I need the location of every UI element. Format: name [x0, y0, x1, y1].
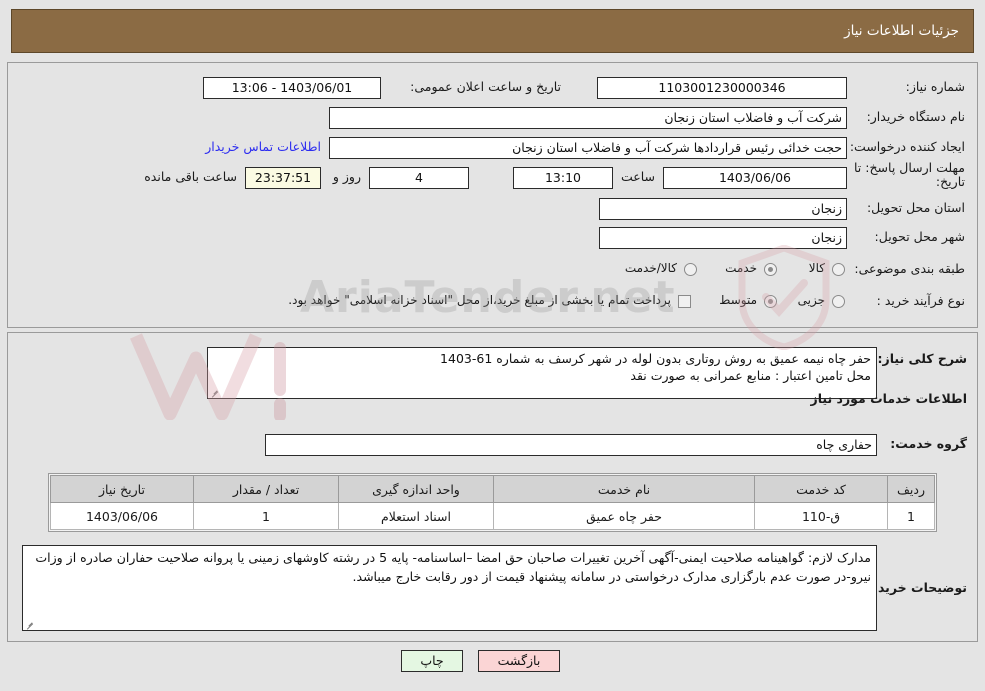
services-section-title: اطلاعات خدمات مورد نیاز [810, 391, 968, 406]
col-radif: ردیف [887, 475, 935, 503]
radio-purchase-motavaset-label: متوسط [719, 293, 757, 307]
need-number-label: شماره نیاز: [905, 79, 965, 94]
delivery-city-value: زنجان [599, 227, 847, 249]
countdown-timer-label: ساعت باقی مانده [144, 169, 237, 184]
buyer-org-value: شرکت آب و فاضلاب استان زنجان [329, 107, 847, 129]
cell-unit: اسناد استعلام [338, 502, 494, 530]
page-header: جزئیات اطلاعات نیاز [11, 9, 974, 53]
col-service-code: کد خدمت [754, 475, 888, 503]
cell-need-date: 1403/06/06 [50, 502, 194, 530]
radio-purchase-motavaset[interactable] [764, 295, 777, 308]
response-deadline-label: مهلت ارسال پاسخ: تا تاریخ: [854, 160, 965, 189]
need-description-label: شرح کلی نیاز: [877, 351, 967, 366]
service-group-value: حفاری چاه [265, 434, 877, 456]
buyer-notes-label: توضیحات خریدار: [861, 580, 967, 595]
cell-quantity: 1 [193, 502, 339, 530]
buyer-notes-value[interactable]: مدارک لازم: گواهینامه صلاحیت ایمنی-آگهی … [22, 545, 877, 631]
announcement-datetime-label: تاریخ و ساعت اعلان عمومی: [410, 79, 561, 94]
table-header-row: ردیف کد خدمت نام خدمت واحد اندازه گیری ت… [50, 475, 935, 503]
table-row: 1 ق-110 حفر چاه عمیق اسناد استعلام 1 140… [50, 502, 935, 530]
radio-purchase-jozei-label: جزیی [797, 293, 825, 307]
countdown-timer-value: 23:37:51 [245, 167, 321, 189]
delivery-province-value: زنجان [599, 198, 847, 220]
need-number-value: 1103001230000346 [597, 77, 847, 99]
need-details-panel: شرح کلی نیاز: حفر چاه نیمه عمیق به روش ر… [7, 332, 978, 642]
print-button[interactable]: چاپ [401, 650, 463, 672]
service-group-label: گروه خدمت: [890, 436, 967, 451]
need-summary-panel: شماره نیاز: 1103001230000346 تاریخ و ساع… [7, 62, 978, 328]
purchase-process-label: نوع فرآیند خرید : [876, 293, 965, 308]
radio-category-khadamat[interactable] [764, 263, 777, 276]
col-need-date: تاریخ نیاز [50, 475, 194, 503]
buyer-org-label: نام دستگاه خریدار: [866, 109, 965, 124]
islamic-treasury-checkbox-label: پرداخت تمام یا بخشی از مبلغ خرید،از محل … [288, 293, 671, 307]
deadline-time-value: 13:10 [513, 167, 613, 189]
radio-purchase-jozei[interactable] [832, 295, 845, 308]
buyer-contact-link[interactable]: اطلاعات تماس خریدار [205, 139, 321, 154]
back-button[interactable]: بازگشت [478, 650, 560, 672]
page-title: جزئیات اطلاعات نیاز [844, 23, 959, 39]
requester-value: حجت خدائی رئیس قراردادها شرکت آب و فاضلا… [329, 137, 847, 159]
col-service-name: نام خدمت [493, 475, 755, 503]
delivery-city-label: شهر محل تحویل: [874, 229, 965, 244]
cell-service-code: ق-110 [754, 502, 888, 530]
cell-service-name: حفر چاه عمیق [493, 502, 755, 530]
subject-category-label: طبقه بندی موضوعی: [854, 261, 965, 276]
col-unit: واحد اندازه گیری [338, 475, 494, 503]
radio-category-kala-khadamat-label: کالا/خدمت [624, 261, 677, 275]
resize-grip-icon [210, 387, 220, 397]
services-table: ردیف کد خدمت نام خدمت واحد اندازه گیری ت… [48, 473, 937, 532]
deadline-date-value: 1403/06/06 [663, 167, 847, 189]
remaining-days-value: 4 [369, 167, 469, 189]
radio-category-kala-khadamat[interactable] [684, 263, 697, 276]
remaining-days-label: روز و [332, 169, 361, 184]
islamic-treasury-checkbox[interactable] [678, 295, 691, 308]
radio-category-kala[interactable] [832, 263, 845, 276]
announcement-datetime-value: 1403/06/01 - 13:06 [203, 77, 381, 99]
resize-grip-icon [25, 619, 35, 629]
page-root: جزئیات اطلاعات نیاز AriaTender.net شماره… [0, 0, 985, 691]
cell-radif: 1 [887, 502, 935, 530]
delivery-province-label: استان محل تحویل: [866, 200, 965, 215]
col-quantity: تعداد / مقدار [193, 475, 339, 503]
requester-label: ایجاد کننده درخواست: [849, 139, 965, 154]
need-description-value[interactable]: حفر چاه نیمه عمیق به روش روتاری بدون لول… [207, 347, 877, 399]
radio-category-kala-label: کالا [808, 261, 825, 275]
radio-category-khadamat-label: خدمت [725, 261, 757, 275]
deadline-hour-label: ساعت [620, 169, 655, 184]
